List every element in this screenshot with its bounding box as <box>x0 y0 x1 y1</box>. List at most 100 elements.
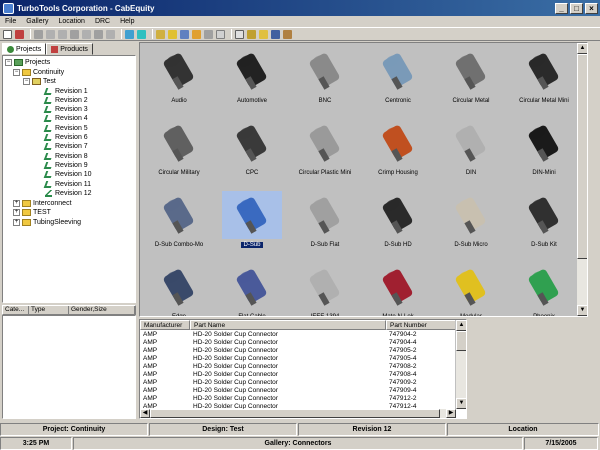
column-gender-size[interactable]: Gender,Size <box>69 306 135 314</box>
expand-icon[interactable]: + <box>13 200 20 207</box>
parts-vscrollbar[interactable]: ▲ ▼ <box>455 320 466 409</box>
table-row[interactable]: AMP HD-20 Solder Cup Connector 747904-4 <box>140 339 456 347</box>
menu-help[interactable]: Help <box>115 18 139 25</box>
expand-icon[interactable]: + <box>13 219 20 226</box>
gallery-item[interactable]: Circular Metal Mini <box>508 47 580 111</box>
table-row[interactable]: AMP HD-20 Solder Cup Connector 747908-4 <box>140 371 456 379</box>
gallery-item[interactable]: Circular Military <box>143 119 215 183</box>
view-icon[interactable] <box>125 29 134 39</box>
gallery-item[interactable]: Audio <box>143 47 215 111</box>
gallery-item[interactable]: Automotive <box>216 47 288 111</box>
parts-hscrollbar[interactable]: ◀ ▶ <box>140 409 456 418</box>
menu-location[interactable]: Location <box>53 18 89 25</box>
tree-node-projects[interactable]: − Projects <box>5 58 50 67</box>
column-category[interactable]: Cate... <box>3 306 29 314</box>
gallery-item[interactable]: Modular <box>435 263 507 316</box>
menu-drc[interactable]: DRC <box>90 18 115 25</box>
tree-node-interconnect[interactable]: + Interconnect <box>13 199 72 208</box>
scroll-down-icon[interactable]: ▼ <box>577 305 587 316</box>
tree-node-revision[interactable]: Revision 10 <box>43 170 92 179</box>
redo-icon[interactable] <box>94 29 103 39</box>
tree-node-revision[interactable]: Revision 4 <box>43 114 88 123</box>
terminal-icon[interactable] <box>204 29 213 39</box>
gallery-item[interactable]: CPC <box>216 119 288 183</box>
cut-icon[interactable] <box>34 29 43 39</box>
gallery-item[interactable]: BNC <box>289 47 361 111</box>
column-part-name[interactable]: Part Name <box>190 320 386 330</box>
gallery-item[interactable]: DIN <box>435 119 507 183</box>
tree-node-revision[interactable]: Revision 11 <box>43 180 91 189</box>
collapse-icon[interactable]: − <box>23 78 30 85</box>
tree-node-continuity[interactable]: − Continuity <box>13 68 64 77</box>
help-icon[interactable] <box>283 29 292 39</box>
menu-file[interactable]: File <box>0 18 21 25</box>
scroll-thumb[interactable] <box>577 54 587 259</box>
scroll-down-icon[interactable]: ▼ <box>456 398 466 409</box>
gallery-scrollbar[interactable]: ▲ ▼ <box>576 43 587 316</box>
gallery-item[interactable]: D-Sub HD <box>362 191 434 255</box>
tree-node-revision[interactable]: Revision 5 <box>43 124 88 133</box>
tree-node-test-folder[interactable]: + TEST <box>13 208 51 217</box>
scroll-thumb[interactable] <box>150 409 440 418</box>
gallery-item[interactable]: Crimp Housing <box>362 119 434 183</box>
undo-icon[interactable] <box>82 29 91 39</box>
wire-icon[interactable] <box>156 29 165 39</box>
attributes-list[interactable] <box>2 315 136 419</box>
gallery-item[interactable]: Edge <box>143 263 215 316</box>
column-type[interactable]: Type <box>29 306 69 314</box>
table-row[interactable]: AMP HD-20 Solder Cup Connector 747905-2 <box>140 347 456 355</box>
gallery-icon[interactable] <box>137 29 146 39</box>
table-row[interactable]: AMP HD-20 Solder Cup Connector 747909-4 <box>140 387 456 395</box>
scroll-up-icon[interactable]: ▲ <box>577 43 587 54</box>
paste-icon[interactable] <box>58 29 67 39</box>
maximize-button[interactable]: □ <box>570 2 583 14</box>
gallery-item[interactable]: Mate-N-Lok <box>362 263 434 316</box>
gallery-item[interactable]: D-Sub Kit <box>508 191 580 255</box>
gallery-item[interactable]: Centronic <box>362 47 434 111</box>
gallery-item[interactable]: Circular Metal <box>435 47 507 111</box>
scroll-thumb[interactable] <box>456 331 466 351</box>
delete-icon[interactable] <box>70 29 79 39</box>
close-button[interactable]: × <box>585 2 598 14</box>
table-row[interactable]: AMP HD-20 Solder Cup Connector 747912-2 <box>140 395 456 403</box>
tree-node-revision[interactable]: Revision 12 <box>45 189 92 198</box>
gallery-item[interactable]: Phoenix <box>508 263 580 316</box>
new-icon[interactable] <box>3 29 12 39</box>
gallery-item[interactable]: IEEE 1394 <box>289 263 361 316</box>
table-row[interactable]: AMP HD-20 Solder Cup Connector 747909-2 <box>140 379 456 387</box>
gallery-item[interactable]: DIN-Mini <box>508 119 580 183</box>
gallery-item[interactable]: D-Sub Micro <box>435 191 507 255</box>
table-row[interactable]: AMP HD-20 Solder Cup Connector 747908-2 <box>140 363 456 371</box>
scroll-left-icon[interactable]: ◀ <box>140 409 150 418</box>
column-part-number[interactable]: Part Number <box>386 320 456 330</box>
tree-node-revision[interactable]: Revision 3 <box>43 105 88 114</box>
gallery-item[interactable]: Circular Plastic Mini <box>289 119 361 183</box>
connector-icon[interactable] <box>168 29 177 39</box>
copy-icon[interactable] <box>46 29 55 39</box>
dropdown-icon[interactable] <box>15 29 24 39</box>
tree-node-revision[interactable]: Revision 1 <box>43 87 88 96</box>
tab-products[interactable]: Products <box>46 43 93 55</box>
tab-projects[interactable]: Projects <box>2 43 47 55</box>
scroll-up-icon[interactable]: ▲ <box>456 320 466 331</box>
label-icon[interactable] <box>216 29 225 39</box>
tree-node-revision[interactable]: Revision 2 <box>43 96 88 105</box>
tree-node-test[interactable]: − Test <box>23 77 56 86</box>
tree-node-revision[interactable]: Revision 8 <box>43 152 88 161</box>
table-row[interactable]: AMP HD-20 Solder Cup Connector 747904-2 <box>140 331 456 339</box>
gallery-item[interactable]: D-Sub Combo-Mo <box>143 191 215 255</box>
find-icon[interactable] <box>106 29 115 39</box>
minimize-button[interactable]: _ <box>555 2 568 14</box>
column-manufacturer[interactable]: Manufacturer <box>140 320 190 330</box>
tree-node-tubingsleeving[interactable]: + TubingSleeving <box>13 218 81 227</box>
collapse-icon[interactable]: − <box>13 69 20 76</box>
expand-icon[interactable]: + <box>13 209 20 216</box>
table-row[interactable]: AMP HD-20 Solder Cup Connector 747905-4 <box>140 355 456 363</box>
gallery-item[interactable]: D-Sub <box>216 191 288 255</box>
tree-node-revision[interactable]: Revision 7 <box>43 142 88 151</box>
print-icon[interactable] <box>271 29 280 39</box>
scroll-right-icon[interactable]: ▶ <box>446 409 456 418</box>
gallery-item[interactable]: Flat Cable <box>216 263 288 316</box>
report-icon[interactable] <box>235 29 244 39</box>
menu-gallery[interactable]: Gallery <box>21 18 53 25</box>
